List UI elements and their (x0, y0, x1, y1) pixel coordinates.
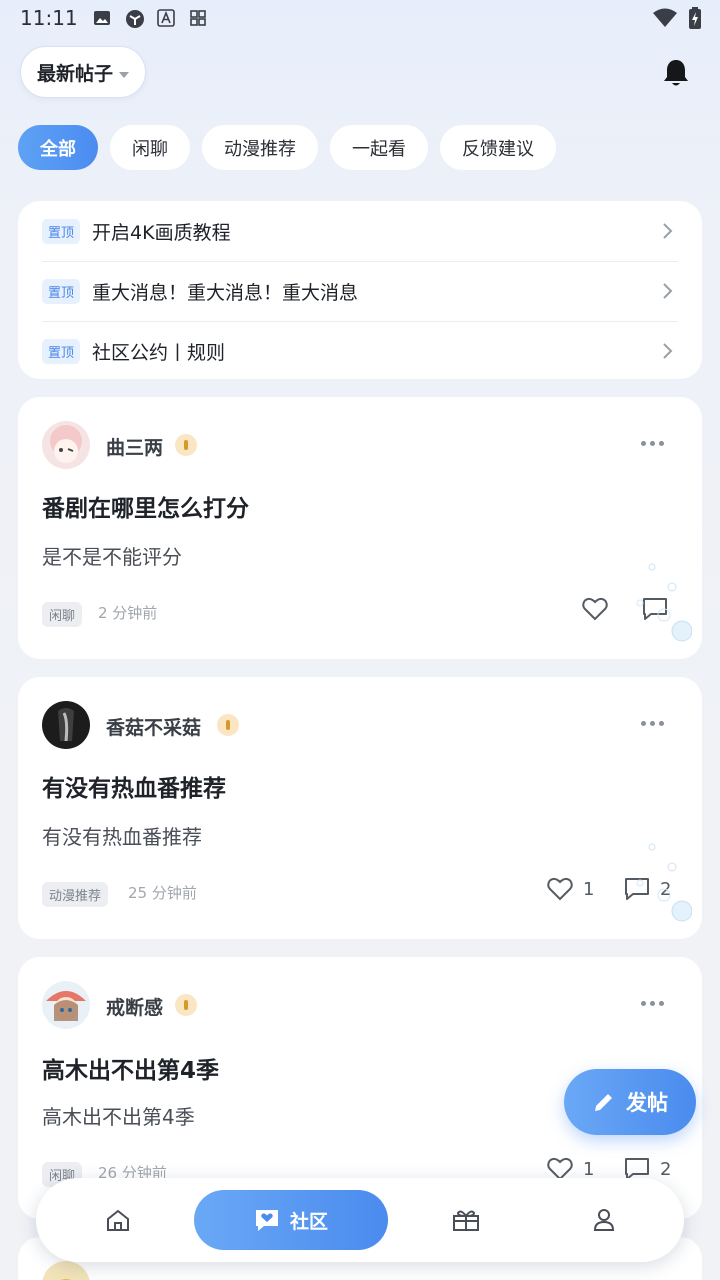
pinned-item-title: 重大消息！重大消息！重大消息 (92, 281, 359, 304)
category-tabs: 全部 闲聊 动漫推荐 一起看 反馈建议 (18, 125, 556, 170)
pinned-tag: 置顶 (42, 338, 81, 364)
comment-count: 2 (660, 1158, 672, 1180)
post-body: 高木出不出第4季 (42, 1105, 195, 1129)
pencil-icon (595, 1094, 612, 1111)
bell-icon[interactable] (662, 58, 690, 88)
more-options-icon[interactable] (641, 1001, 664, 1006)
post-category-tag[interactable]: 闲聊 (42, 602, 83, 627)
apps-icon (188, 8, 208, 28)
username[interactable]: 香菇不采菇 (106, 713, 201, 740)
pinned-posts-card: 置顶 开启4K画质教程 置顶 重大消息！重大消息！重大消息 置顶 社区公约丨规则 (18, 201, 702, 379)
bottom-navigation: 社区 (36, 1178, 684, 1262)
pinned-item-title: 开启4K画质教程 (92, 221, 231, 244)
pinned-item[interactable]: 置顶 开启4K画质教程 (18, 201, 702, 261)
nav-gift[interactable] (434, 1190, 498, 1250)
image-icon (92, 8, 112, 28)
user-icon (593, 1209, 615, 1231)
pinned-item[interactable]: 置顶 重大消息！重大消息！重大消息 (18, 261, 702, 321)
post-card[interactable]: 曲三两 番剧在哪里怎么打分 是不是不能评分 闲聊 2 分钟前 (18, 397, 702, 659)
gift-icon (453, 1210, 479, 1231)
pinned-item-title: 社区公约丨规则 (92, 341, 226, 364)
wifi-icon (652, 8, 678, 32)
tab-watch-together[interactable]: 一起看 (330, 125, 428, 170)
post-title: 高木出不出第4季 (42, 1058, 220, 1084)
chevron-right-icon (663, 343, 673, 359)
pinned-tag: 置顶 (42, 278, 81, 304)
chevron-right-icon (663, 223, 673, 239)
post-body: 有没有热血番推荐 (42, 825, 202, 849)
nav-community-label: 社区 (289, 1210, 328, 1233)
pinned-item[interactable]: 置顶 社区公约丨规则 (18, 321, 702, 379)
vpn-icon (124, 8, 144, 28)
level-badge-icon (217, 714, 239, 736)
home-icon (107, 1209, 129, 1231)
pinned-tag: 置顶 (42, 218, 81, 244)
caret-down-icon (119, 63, 129, 82)
status-time: 11:11 (20, 6, 78, 30)
tab-all[interactable]: 全部 (18, 125, 98, 170)
nav-home[interactable] (86, 1190, 150, 1250)
avatar[interactable] (42, 421, 90, 469)
like-count: 1 (583, 1158, 595, 1180)
bubble-decoration (636, 843, 692, 922)
create-post-button[interactable]: 发帖 (564, 1069, 696, 1135)
status-notification-icons (92, 8, 208, 28)
post-time: 2 分钟前 (98, 604, 158, 622)
avatar[interactable] (42, 1261, 90, 1280)
heart-icon (547, 877, 573, 901)
nav-profile[interactable] (572, 1190, 636, 1250)
font-icon (156, 8, 176, 28)
status-bar: 11:11 (0, 0, 720, 36)
username[interactable]: 曲三两 (106, 433, 163, 460)
chevron-right-icon (663, 283, 673, 299)
tab-feedback[interactable]: 反馈建议 (440, 125, 556, 170)
post-body: 是不是不能评分 (42, 545, 182, 569)
avatar[interactable] (42, 701, 90, 749)
level-badge-icon (175, 994, 197, 1016)
sort-dropdown[interactable]: 最新帖子 (20, 46, 146, 98)
post-card[interactable]: 香菇不采菇 有没有热血番推荐 有没有热血番推荐 动漫推荐 25 分钟前 1 2 (18, 677, 702, 939)
create-post-label: 发帖 (626, 1091, 668, 1115)
more-options-icon[interactable] (641, 441, 664, 446)
post-title: 番剧在哪里怎么打分 (42, 496, 249, 522)
level-badge-icon (175, 434, 197, 456)
tab-anime-recommend[interactable]: 动漫推荐 (202, 125, 318, 170)
post-category-tag[interactable]: 动漫推荐 (42, 882, 109, 907)
username[interactable]: 戒断感 (106, 993, 163, 1020)
sort-label: 最新帖子 (36, 62, 113, 85)
more-options-icon[interactable] (641, 721, 664, 726)
nav-community[interactable]: 社区 (194, 1190, 388, 1250)
avatar[interactable] (42, 981, 90, 1029)
community-chat-icon (255, 1210, 278, 1231)
post-time: 25 分钟前 (128, 884, 197, 902)
post-title: 有没有热血番推荐 (42, 776, 226, 802)
battery-icon (688, 7, 702, 33)
system-indicators (652, 7, 702, 33)
tab-chat[interactable]: 闲聊 (110, 125, 190, 170)
bubble-decoration (636, 563, 692, 642)
